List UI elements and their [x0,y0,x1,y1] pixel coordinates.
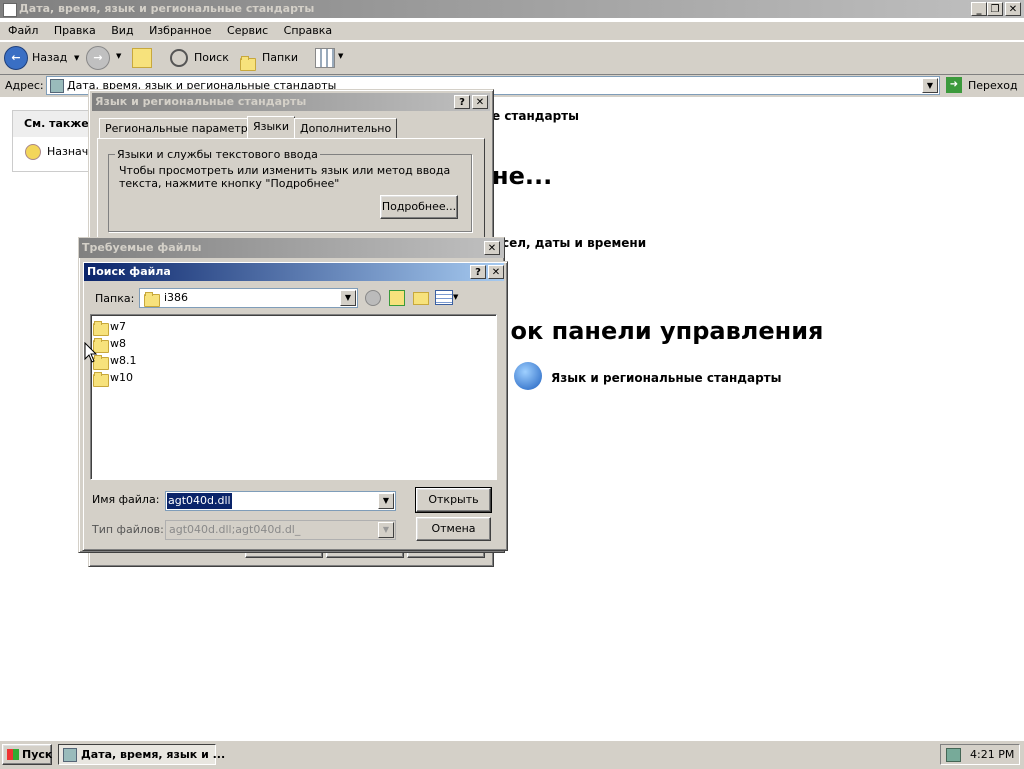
filename-dropdown[interactable]: ▼ [378,493,394,509]
folder-icon [240,55,256,71]
folder-dropdown[interactable]: ▼ [340,290,356,306]
control-panel-icon [63,748,77,762]
forward-icon[interactable]: → [86,46,110,70]
group-title: Языки и службы текстового ввода [115,148,320,161]
menu-file[interactable]: Файл [8,24,38,37]
windows-logo-icon [7,749,19,760]
chevron-down-icon[interactable]: ▼ [116,52,121,60]
control-panel-icon [50,79,64,93]
close-button[interactable]: ✕ [488,265,504,279]
go-label: Переход [968,79,1018,92]
file-search-title-bar: Поиск файла ? ✕ [84,263,504,281]
window-title: Дата, время, язык и региональные стандар… [19,2,315,15]
filetype-label: Тип файлов: [92,523,164,536]
up-folder-icon[interactable] [389,290,405,306]
back-label: Назад [32,51,68,64]
file-search-title: Поиск файла [87,265,171,278]
required-files-title-bar: Требуемые файлы ✕ [79,238,504,258]
back-icon[interactable] [365,290,381,306]
list-item[interactable]: w7 [93,319,126,336]
close-button[interactable]: ✕ [472,95,488,109]
details-button[interactable]: Подробнее... [380,195,458,219]
start-button[interactable]: Пуск [2,744,52,765]
bg-heading-fragment: чок панели управления [494,317,824,345]
start-label: Пуск [22,748,53,761]
filetype-select: agt040d.dll;agt040d.dl_ ▼ [165,520,396,540]
filename-value: agt040d.dll [167,493,232,509]
regional-dialog-title: Язык и региональные стандарты [95,95,307,108]
file-search-dialog: Поиск файла ? ✕ Папка: i386 ▼ ▼ w7 w8 w8… [82,261,508,551]
folder-name: w8 [110,337,126,350]
folder-icon [144,291,160,307]
folders-label: Папки [262,51,298,64]
cancel-button[interactable]: Отмена [416,517,491,541]
chevron-down-icon[interactable]: ▼ [338,52,343,60]
window-icon [3,3,17,17]
bg-heading-fragment: не... [492,162,553,190]
scheduled-tasks-icon [25,144,41,160]
folder-name: w8.1 [110,354,137,367]
views-icon[interactable] [315,48,335,68]
tab-regional-options[interactable]: Региональные параметры [99,118,263,138]
open-button[interactable]: Открыть [415,487,492,513]
folder-icon [93,320,109,336]
menu-view[interactable]: Вид [111,24,133,37]
new-folder-icon[interactable] [413,292,429,305]
taskbar-item-label: Дата, время, язык и ... [81,748,226,761]
network-icon[interactable] [946,748,961,762]
menu-bar: Файл Правка Вид Избранное Сервис Справка [0,22,1024,40]
folders-button[interactable]: Папки [238,46,298,71]
close-button[interactable]: ✕ [1005,2,1021,16]
globe-icon [514,362,542,390]
tab-strip: Региональные параметры Языки Дополнитель… [97,116,487,138]
minimize-button[interactable]: _ [971,2,987,16]
regional-settings-label: Язык и региональные стандарты [551,371,782,385]
up-folder-icon[interactable] [132,48,152,68]
filetype-value: agt040d.dll;agt040d.dl_ [169,523,301,536]
folder-name: w10 [110,371,133,384]
help-button[interactable]: ? [470,265,486,279]
menu-tools[interactable]: Сервис [227,24,268,37]
mouse-cursor-icon [84,342,98,363]
menu-edit[interactable]: Правка [54,24,96,37]
filename-input[interactable]: agt040d.dll ▼ [165,491,396,511]
tab-advanced[interactable]: Дополнительно [294,118,398,138]
regional-dialog-title-bar: Язык и региональные стандарты ? ✕ [92,93,490,111]
group-text: Чтобы просмотреть или изменить язык или … [119,164,451,190]
system-tray: 4:21 PM [940,744,1020,765]
input-services-group: Языки и службы текстового ввода Чтобы пр… [108,148,472,232]
toolbar: ← Назад ▼ → ▼ Поиск Папки ▼ [0,41,1024,75]
menu-favorites[interactable]: Избранное [149,24,211,37]
folder-icon [93,371,109,387]
address-dropdown[interactable]: ▼ [922,78,938,93]
required-files-title: Требуемые файлы [82,241,202,254]
clock[interactable]: 4:21 PM [970,748,1014,761]
view-menu-icon[interactable] [435,290,453,305]
bg-fragment: е стандарты [492,109,579,123]
folder-label: Папка: [95,292,135,305]
menu-help[interactable]: Справка [284,24,332,37]
folder-value: i386 [164,291,189,304]
chevron-down-icon[interactable]: ▼ [453,293,458,301]
tab-languages[interactable]: Языки [247,116,295,138]
address-label: Адрес: [5,79,44,92]
close-button[interactable]: ✕ [484,241,500,255]
bg-fragment: сел, даты и времени [502,236,647,250]
search-label: Поиск [194,51,229,64]
taskbar: Пуск Дата, время, язык и ... 4:21 PM [0,740,1024,769]
filename-label: Имя файла: [92,493,160,506]
help-button[interactable]: ? [454,95,470,109]
filetype-dropdown: ▼ [378,522,394,538]
taskbar-item[interactable]: Дата, время, язык и ... [58,744,225,765]
back-arrow-icon: ← [4,46,28,70]
folder-select[interactable]: i386 ▼ [139,288,358,308]
chevron-down-icon[interactable]: ▼ [74,46,79,70]
list-item[interactable]: w10 [93,370,133,387]
folder-name: w7 [110,320,126,333]
main-title-bar: Дата, время, язык и региональные стандар… [0,0,1024,18]
go-arrow-icon: ➜ [946,77,962,93]
file-list[interactable]: w7 w8 w8.1 w10 [90,314,497,480]
restore-button[interactable]: ❐ [987,2,1003,16]
search-icon [170,49,188,67]
